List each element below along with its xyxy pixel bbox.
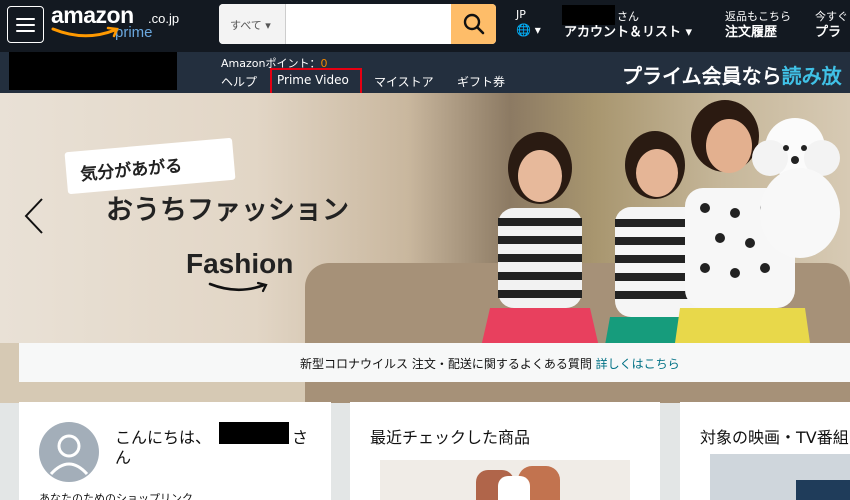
prime-video-highlight — [270, 68, 362, 95]
chevron-left-icon[interactable] — [22, 196, 48, 236]
user-name-redacted — [219, 422, 289, 444]
notice-text-row: 新型コロナウイルス 注文・配送に関するよくある質問 詳しくはこちら — [300, 355, 680, 372]
hero-tagline-text: 気分があがる — [79, 156, 184, 186]
prime-promo-banner[interactable]: プライム会員なら読み放 — [622, 60, 842, 89]
globe-icon: 🌐 ▾ — [516, 23, 541, 37]
hero-tagline: 気分があがる — [64, 137, 236, 195]
movies-tv-thumbnail[interactable] — [710, 454, 850, 500]
hamburger-menu-icon[interactable] — [7, 6, 44, 43]
greeting-sub: あなたのためのショップリンク — [39, 492, 193, 500]
promo-text: プライム会員なら — [622, 64, 782, 88]
header: amazon .co.jp prime すべて ▾ JP 🌐 ▾ さん アカウン… — [0, 0, 850, 95]
recently-viewed-product-image[interactable] — [380, 460, 630, 500]
language-code: JP — [516, 8, 526, 21]
hero-title: おうちファッション — [106, 195, 349, 226]
user-avatar-icon[interactable] — [39, 422, 99, 482]
recently-viewed-title: 最近チェックした商品 — [370, 428, 531, 447]
search-input[interactable] — [287, 4, 451, 44]
brand-smile-icon — [208, 281, 268, 293]
notice-link[interactable]: 詳しくはこちら — [596, 357, 680, 371]
hero-child-left — [475, 132, 605, 373]
nav-link-my-store[interactable]: マイストア — [374, 73, 434, 90]
search-category-select[interactable]: すべて ▾ — [219, 4, 286, 44]
hero-dog — [752, 118, 840, 258]
greeting-san-2: ん — [115, 448, 132, 467]
promo-accent: 読み放 — [781, 64, 842, 88]
movies-tv-card[interactable]: 対象の映画・TV番組 — [680, 402, 850, 500]
delivery-address-redacted[interactable] — [9, 52, 177, 90]
amazon-logo[interactable]: amazon .co.jp prime — [51, 2, 186, 46]
language-selector[interactable]: JP 🌐 ▾ — [516, 8, 541, 37]
greeting-card: こんにちは、 さ ん あなたのためのショップリンク — [19, 402, 331, 500]
logo-tld: .co.jp — [148, 11, 180, 26]
logo-smile-icon — [51, 26, 119, 38]
prime-link[interactable]: プラ — [815, 21, 841, 40]
orders-link[interactable]: 注文履歴 — [725, 21, 777, 40]
recently-viewed-card[interactable]: 最近チェックした商品 — [350, 402, 660, 500]
notice-text: 新型コロナウイルス 注文・配送に関するよくある質問 — [300, 357, 596, 371]
account-lists-link[interactable]: アカウント＆リスト ▾ — [564, 21, 692, 40]
search-icon — [463, 13, 484, 35]
covid-notice: 新型コロナウイルス 注文・配送に関するよくある質問 詳しくはこちら — [19, 343, 850, 382]
search-bar: すべて ▾ — [219, 4, 496, 44]
nav-link-gift-cards[interactable]: ギフト券 — [457, 73, 505, 90]
hero-brand: Fashion — [186, 248, 294, 279]
search-button[interactable] — [451, 4, 496, 44]
nav-link-help[interactable]: ヘルプ — [221, 73, 257, 90]
movies-tv-title: 対象の映画・TV番組 — [700, 428, 849, 447]
greeting-san: さ — [292, 428, 309, 447]
